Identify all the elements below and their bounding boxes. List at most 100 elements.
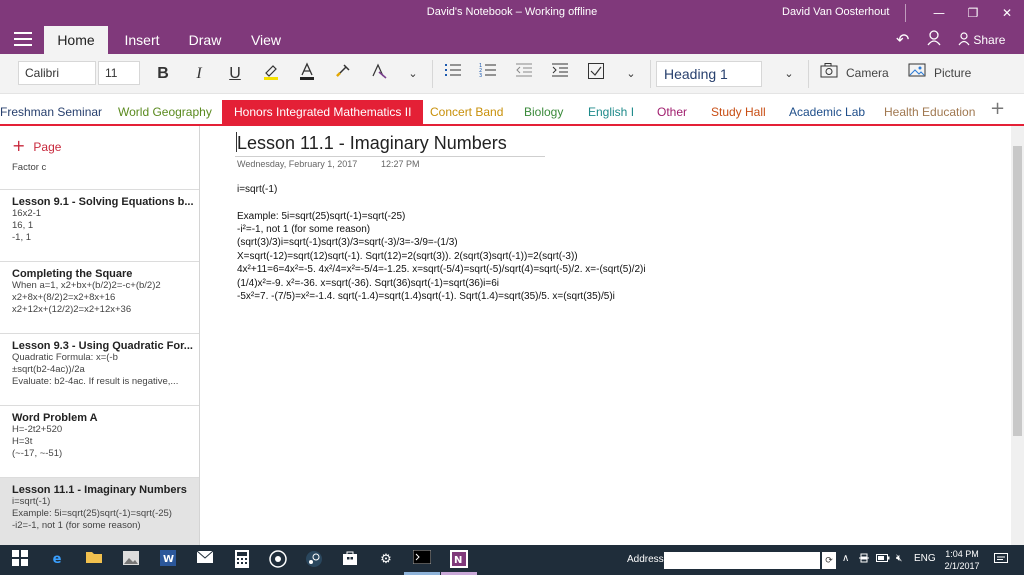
page-item[interactable]: Lesson 9.1 - Solving Equations b... 16x2…: [0, 190, 199, 262]
page-item[interactable]: Factor c: [0, 158, 199, 190]
photos-app-icon[interactable]: [121, 550, 141, 570]
add-section-icon[interactable]: +: [990, 98, 1005, 119]
minimize-icon[interactable]: —: [922, 0, 956, 26]
decrease-indent-icon[interactable]: [511, 62, 537, 86]
style-dropdown[interactable]: Heading 1: [656, 61, 762, 87]
note-line[interactable]: Example: 5i=sqrt(25)sqrt(-1)=sqrt(-25): [237, 211, 405, 222]
page-date: Wednesday, February 1, 2017: [237, 159, 358, 169]
picture-icon[interactable]: [904, 62, 930, 86]
format-painter-icon[interactable]: [330, 62, 356, 86]
section-tab-freshman-seminar[interactable]: Freshman Seminar: [0, 100, 102, 125]
note-line[interactable]: -i²=-1, not 1 (for some reason): [237, 224, 370, 235]
address-input[interactable]: [664, 552, 820, 569]
bold-button[interactable]: B: [150, 62, 176, 86]
undo-icon[interactable]: ↶: [896, 30, 909, 50]
todo-checkbox-icon[interactable]: [583, 62, 609, 86]
section-tab-english-i[interactable]: English I: [588, 100, 634, 125]
page-item-title: Lesson 9.3 - Using Quadratic For...: [12, 340, 193, 352]
section-tab-study-hall[interactable]: Study Hall: [711, 100, 766, 125]
page-preview-line: -i2=-1, not 1 (for some reason): [12, 520, 141, 531]
groove-music-icon[interactable]: [268, 550, 288, 570]
page-item[interactable]: Completing the Square When a=1, x2+bx+(b…: [0, 262, 199, 334]
font-color-icon[interactable]: [294, 62, 320, 86]
picture-label[interactable]: Picture: [934, 66, 971, 80]
section-tab-world-geography[interactable]: World Geography: [118, 100, 212, 125]
camera-label[interactable]: Camera: [846, 66, 889, 80]
tray-battery-icon[interactable]: [876, 553, 890, 566]
command-prompt-icon[interactable]: [412, 549, 432, 570]
share-label: Share: [973, 33, 1006, 47]
tab-view[interactable]: View: [244, 26, 288, 54]
account-icon[interactable]: [927, 30, 941, 52]
underline-button[interactable]: U: [222, 62, 248, 86]
page-preview-line: i=sqrt(-1): [12, 496, 51, 507]
italic-button[interactable]: I: [186, 62, 212, 86]
mail-app-icon[interactable]: [195, 550, 215, 570]
tab-home[interactable]: Home: [44, 26, 108, 54]
note-line[interactable]: (1/4)x²=-9. x²=-36. x=sqrt(-36). Sqrt(36…: [237, 278, 499, 289]
add-page-button[interactable]: + Page: [12, 136, 61, 155]
page-item-selected[interactable]: Lesson 11.1 - Imaginary Numbers i=sqrt(-…: [0, 478, 199, 545]
close-icon[interactable]: ✕: [990, 0, 1024, 26]
numbering-icon[interactable]: 123: [475, 62, 501, 86]
note-line[interactable]: i=sqrt(-1): [237, 184, 277, 195]
restore-icon[interactable]: ❐: [956, 0, 990, 26]
settings-gear-icon[interactable]: ⚙: [376, 550, 396, 570]
more-paragraph-chevron-icon[interactable]: ⌄: [618, 62, 644, 86]
section-tab-honors-integrated-mathematics-ii[interactable]: Honors Integrated Mathematics II: [222, 100, 424, 125]
start-windows-icon[interactable]: [10, 550, 30, 570]
page-preview-line: 16, 1: [12, 220, 34, 231]
clear-formatting-icon[interactable]: [366, 62, 392, 86]
page-preview-line: 16x2-1: [12, 208, 42, 219]
section-tabs: Freshman Seminar World Geography Honors …: [0, 97, 1024, 125]
section-tab-other[interactable]: Other: [657, 100, 687, 125]
action-center-icon[interactable]: [994, 553, 1008, 568]
section-tab-biology[interactable]: Biology: [524, 100, 563, 125]
hamburger-menu-icon[interactable]: [14, 32, 32, 46]
word-app-icon[interactable]: W: [158, 550, 178, 570]
section-tab-academic-lab[interactable]: Academic Lab: [789, 100, 865, 125]
note-line[interactable]: 4x²+11=6=4x²=-5. 4x²/4=x²=-5/4=-1.25. x=…: [237, 264, 646, 275]
calculator-app-icon[interactable]: [232, 550, 252, 570]
canvas-scrollbar[interactable]: [1011, 126, 1024, 545]
more-formatting-chevron-icon[interactable]: ⌄: [400, 62, 426, 86]
camera-icon[interactable]: [816, 62, 842, 86]
style-chevron-icon[interactable]: ⌄: [776, 62, 802, 86]
tray-volume-muted-icon[interactable]: 🔇︎: [896, 553, 902, 564]
highlight-icon[interactable]: [258, 62, 284, 86]
edge-browser-icon[interactable]: e: [47, 550, 67, 570]
note-line[interactable]: (sqrt(3)/3)i=sqrt(-1)sqrt(3)/3=sqrt(-3)/…: [237, 237, 458, 248]
steam-app-icon[interactable]: [304, 550, 324, 570]
tray-network-icon[interactable]: [858, 553, 870, 566]
onenote-window: David's Notebook – Working offline David…: [0, 0, 1024, 575]
tab-insert[interactable]: Insert: [116, 26, 168, 54]
tray-chevron-up-icon[interactable]: ∧: [842, 553, 849, 564]
store-app-icon[interactable]: [340, 550, 360, 570]
page-item[interactable]: Word Problem A H=-2t2+520 H=3t (~-17, ~-…: [0, 406, 199, 478]
font-family-box[interactable]: Calibri: [18, 61, 96, 85]
page-title[interactable]: Lesson 11.1 - Imaginary Numbers: [237, 133, 507, 154]
page-item-title: Word Problem A: [12, 412, 98, 424]
bullets-icon[interactable]: [440, 62, 466, 86]
scrollbar-thumb[interactable]: [1013, 146, 1022, 436]
tab-draw[interactable]: Draw: [180, 26, 230, 54]
page-preview-line: When a=1, x2+bx+(b/2)2=-c+(b/2)2: [12, 280, 161, 291]
font-size-box[interactable]: 11: [98, 61, 140, 85]
page-item[interactable]: Lesson 9.3 - Using Quadratic For... Quad…: [0, 334, 199, 406]
note-line[interactable]: X=sqrt(-12)=sqrt(12)sqrt(-1). Sqrt(12)=2…: [237, 251, 578, 262]
input-language[interactable]: ENG: [914, 553, 936, 564]
note-line[interactable]: -5x²=7. -(7/5)=x²=-1.4. sqrt(-1.4)=sqrt(…: [237, 291, 615, 302]
address-go-icon[interactable]: ⟳: [822, 552, 836, 569]
section-tab-health-education[interactable]: Health Education: [884, 100, 975, 125]
page-item-title: Completing the Square: [12, 268, 133, 280]
onenote-app-icon[interactable]: N: [449, 550, 469, 570]
plus-icon: +: [12, 136, 26, 155]
share-button[interactable]: Share: [958, 30, 1005, 50]
user-name[interactable]: David Van Oosterhout: [782, 6, 889, 18]
increase-indent-icon[interactable]: [547, 62, 573, 86]
section-tab-concert-band[interactable]: Concert Band: [430, 100, 503, 125]
address-toolbar-label: Address: [627, 554, 664, 565]
system-clock[interactable]: 1:04 PM 2/1/2017: [942, 548, 982, 572]
note-canvas[interactable]: Lesson 11.1 - Imaginary Numbers Wednesda…: [201, 126, 1011, 545]
file-explorer-icon[interactable]: [84, 550, 104, 570]
